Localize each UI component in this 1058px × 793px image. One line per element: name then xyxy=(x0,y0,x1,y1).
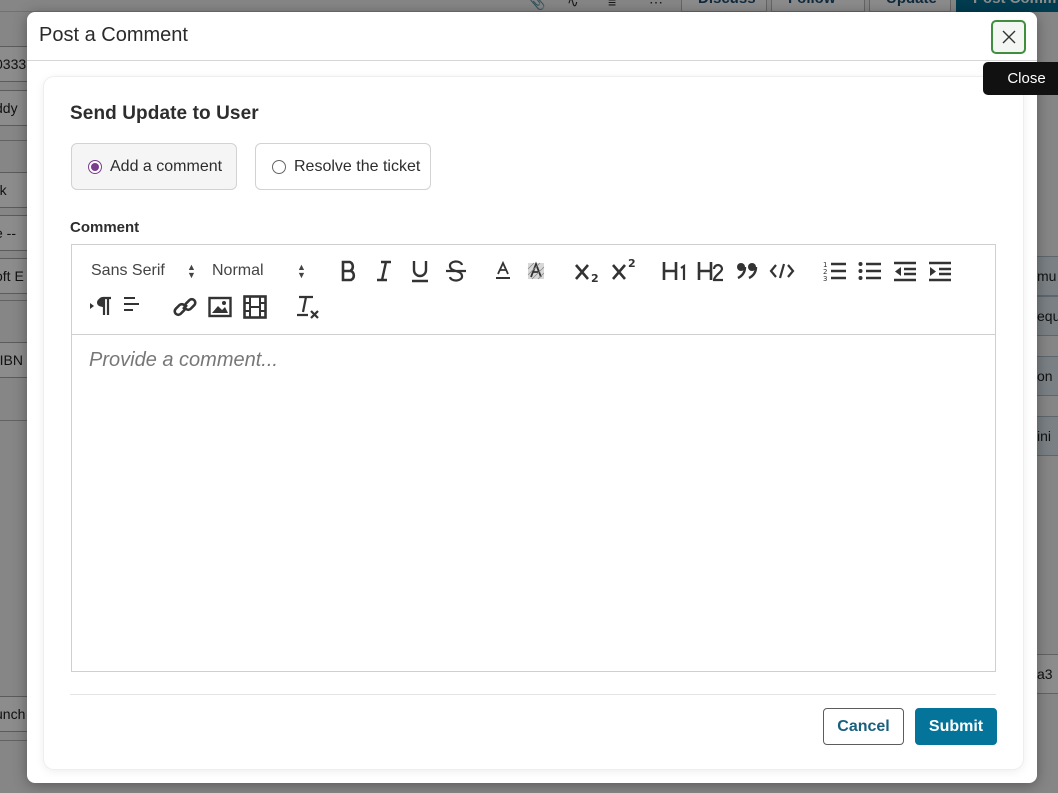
text-color-button[interactable] xyxy=(493,259,513,283)
image-icon xyxy=(208,296,232,318)
option-label: Add a comment xyxy=(110,157,223,175)
bullet-list-icon xyxy=(858,262,881,280)
svg-text:2: 2 xyxy=(628,257,636,270)
superscript-button[interactable]: 2 xyxy=(609,255,639,283)
heading-2-button[interactable] xyxy=(695,257,725,285)
italic-button[interactable] xyxy=(372,257,396,285)
heading-1-icon xyxy=(662,262,686,280)
text-color-icon xyxy=(496,261,510,279)
post-comment-modal: Post a Comment Close Send Update to User… xyxy=(27,12,1058,783)
code-button[interactable] xyxy=(769,258,795,284)
video-button[interactable] xyxy=(241,293,269,321)
highlight-icon xyxy=(527,261,545,280)
select-arrows-icon: ▲ ▼ xyxy=(297,262,306,280)
quote-icon xyxy=(737,263,758,280)
comment-placeholder: Provide a comment... xyxy=(89,349,278,371)
code-icon xyxy=(769,263,795,279)
modal-header: Post a Comment xyxy=(27,12,1037,61)
heading-2-icon xyxy=(697,262,724,282)
radio-unselected-icon xyxy=(272,159,286,174)
option-resolve-ticket[interactable]: Resolve the ticket xyxy=(255,143,431,190)
strikethrough-icon xyxy=(446,260,466,282)
background-color-button[interactable] xyxy=(525,259,547,283)
image-button[interactable] xyxy=(206,294,234,320)
close-tooltip: Close xyxy=(983,62,1058,95)
font-size-value: Normal xyxy=(212,262,264,279)
outdent-icon xyxy=(894,261,916,282)
clear-formatting-icon xyxy=(297,295,319,319)
bullet-list-button[interactable] xyxy=(857,257,883,285)
link-icon xyxy=(173,297,197,317)
heading-1-button[interactable] xyxy=(660,257,690,285)
indent-button[interactable] xyxy=(927,257,953,285)
blockquote-button[interactable] xyxy=(735,258,759,284)
indent-icon xyxy=(929,261,951,282)
rich-text-editor: Sans Serif ▲ ▼ Normal ▲ ▼ 2 2 1 2 3 Prov… xyxy=(71,244,996,672)
align-button[interactable] xyxy=(120,293,142,315)
outdent-button[interactable] xyxy=(892,257,918,285)
underline-button[interactable] xyxy=(407,257,433,285)
ordered-list-button[interactable]: 123 xyxy=(822,257,848,285)
link-button[interactable] xyxy=(171,293,199,321)
clear-format-button[interactable] xyxy=(294,293,322,321)
ordered-list-icon: 123 xyxy=(823,261,846,283)
svg-text:2: 2 xyxy=(591,272,599,283)
submit-button[interactable]: Submit xyxy=(915,708,997,745)
paragraph-direction-icon xyxy=(90,296,111,315)
section-title: Send Update to User xyxy=(70,103,259,124)
footer-divider xyxy=(70,694,996,695)
text-direction-button[interactable] xyxy=(88,293,114,319)
option-label: Resolve the ticket xyxy=(294,157,421,175)
close-icon xyxy=(1002,30,1015,44)
cancel-button[interactable]: Cancel xyxy=(823,708,904,745)
font-family-value: Sans Serif xyxy=(91,262,165,279)
align-left-icon xyxy=(124,297,139,311)
bold-button[interactable] xyxy=(336,257,362,285)
select-arrows-icon: ▲ ▼ xyxy=(187,262,196,280)
radio-selected-icon xyxy=(88,159,102,174)
editor-toolbar: Sans Serif ▲ ▼ Normal ▲ ▼ 2 2 1 2 3 xyxy=(72,245,995,335)
close-button[interactable] xyxy=(991,20,1026,54)
option-add-comment[interactable]: Add a comment xyxy=(71,143,237,190)
video-icon xyxy=(243,295,267,319)
strikethrough-button[interactable] xyxy=(443,257,469,285)
font-size-select[interactable]: Normal ▲ ▼ xyxy=(212,261,312,281)
comment-label: Comment xyxy=(70,219,140,236)
svg-text:3: 3 xyxy=(823,275,827,283)
comment-textarea[interactable]: Provide a comment... xyxy=(72,335,995,671)
modal-body: Send Update to User Add a comment Resolv… xyxy=(44,77,1023,769)
superscript-icon: 2 xyxy=(612,257,636,280)
modal-title: Post a Comment xyxy=(39,24,188,46)
bold-icon xyxy=(341,260,356,282)
underline-icon xyxy=(412,261,428,283)
subscript-icon: 2 xyxy=(575,264,599,283)
subscript-button[interactable]: 2 xyxy=(572,257,602,285)
italic-icon xyxy=(377,260,391,282)
font-family-select[interactable]: Sans Serif ▲ ▼ xyxy=(91,261,199,281)
